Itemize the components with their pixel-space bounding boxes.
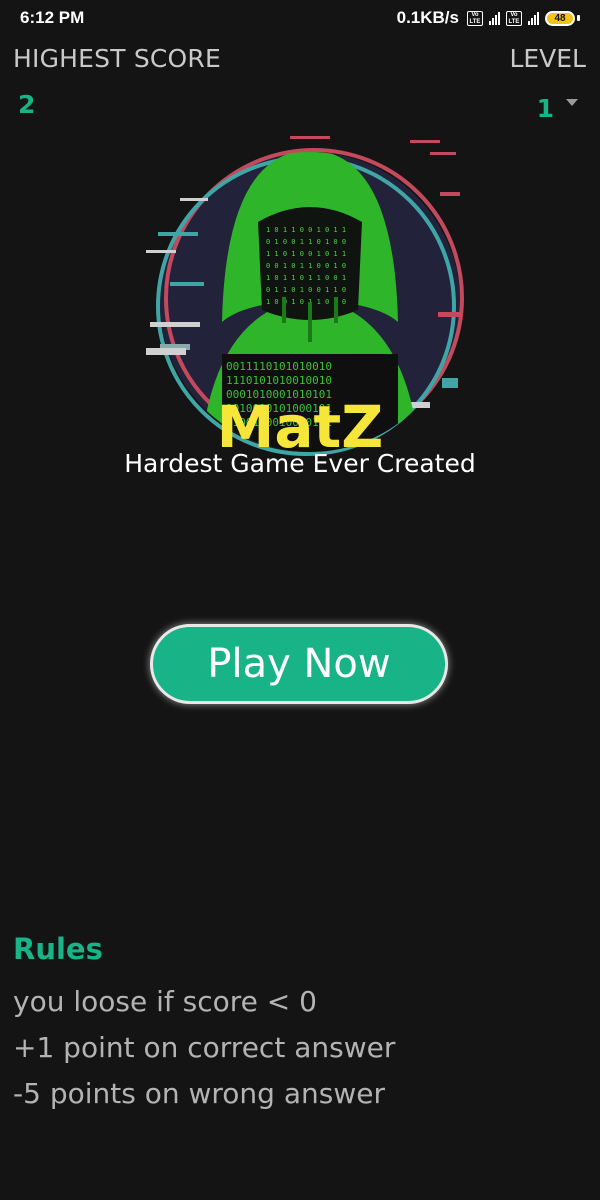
svg-text:1 1 0 1 0 0 1 0 1 1: 1 1 0 1 0 0 1 0 1 1 [266, 250, 346, 258]
chevron-down-icon [566, 99, 578, 106]
volte-icon: Vo LTE [506, 10, 522, 26]
svg-text:0 1 0 0 1 1 0 1 0 0: 0 1 0 0 1 1 0 1 0 0 [266, 238, 346, 246]
volte-icon: Vo LTE [467, 10, 483, 26]
status-time: 6:12 PM [20, 8, 85, 27]
network-speed: 0.1KB/s [396, 8, 459, 27]
rule-item: +1 point on correct answer [13, 1031, 396, 1064]
rule-item: -5 points on wrong answer [13, 1077, 385, 1110]
battery-icon: 48 [545, 10, 575, 26]
rule-item: you loose if score < 0 [13, 985, 317, 1018]
level-value: 1 [536, 94, 554, 123]
svg-text:0 1 1 0 1 0 0 1 1 0: 0 1 1 0 1 0 0 1 1 0 [266, 286, 346, 294]
rules-list: you loose if score < 0 +1 point on corre… [13, 982, 395, 1120]
highest-score-label: HIGHEST SCORE [13, 44, 221, 73]
play-now-button[interactable]: Play Now [150, 624, 448, 704]
svg-text:1110101010010010: 1110101010010010 [226, 374, 332, 387]
svg-text:1 0 1 1 0 0 1 0 1 1: 1 0 1 1 0 0 1 0 1 1 [266, 226, 346, 234]
highest-score-value: 2 [18, 90, 36, 119]
status-icons: 0.1KB/s Vo LTE Vo LTE 48 [397, 8, 580, 28]
level-dropdown[interactable]: 1 [537, 94, 578, 123]
main-menu-screen: 6:12 PM 0.1KB/s Vo LTE Vo LTE 48 HIGHEST S… [0, 0, 600, 1200]
game-subtitle: Hardest Game Ever Created [124, 449, 476, 478]
status-bar: 6:12 PM 0.1KB/s Vo LTE Vo LTE 48 [0, 0, 600, 36]
level-label: LEVEL [509, 44, 586, 73]
battery-tip [577, 15, 580, 21]
svg-text:1 0 1 1 0 1 1 0 0 1: 1 0 1 1 0 1 1 0 0 1 [266, 274, 346, 282]
svg-text:0 0 1 0 1 1 0 0 1 0: 0 0 1 0 1 1 0 0 1 0 [266, 262, 346, 270]
svg-text:0011110101010010: 0011110101010010 [226, 360, 332, 373]
signal-icon [489, 11, 500, 25]
rules-heading: Rules [13, 932, 103, 966]
4g-signal-icon [528, 11, 539, 25]
